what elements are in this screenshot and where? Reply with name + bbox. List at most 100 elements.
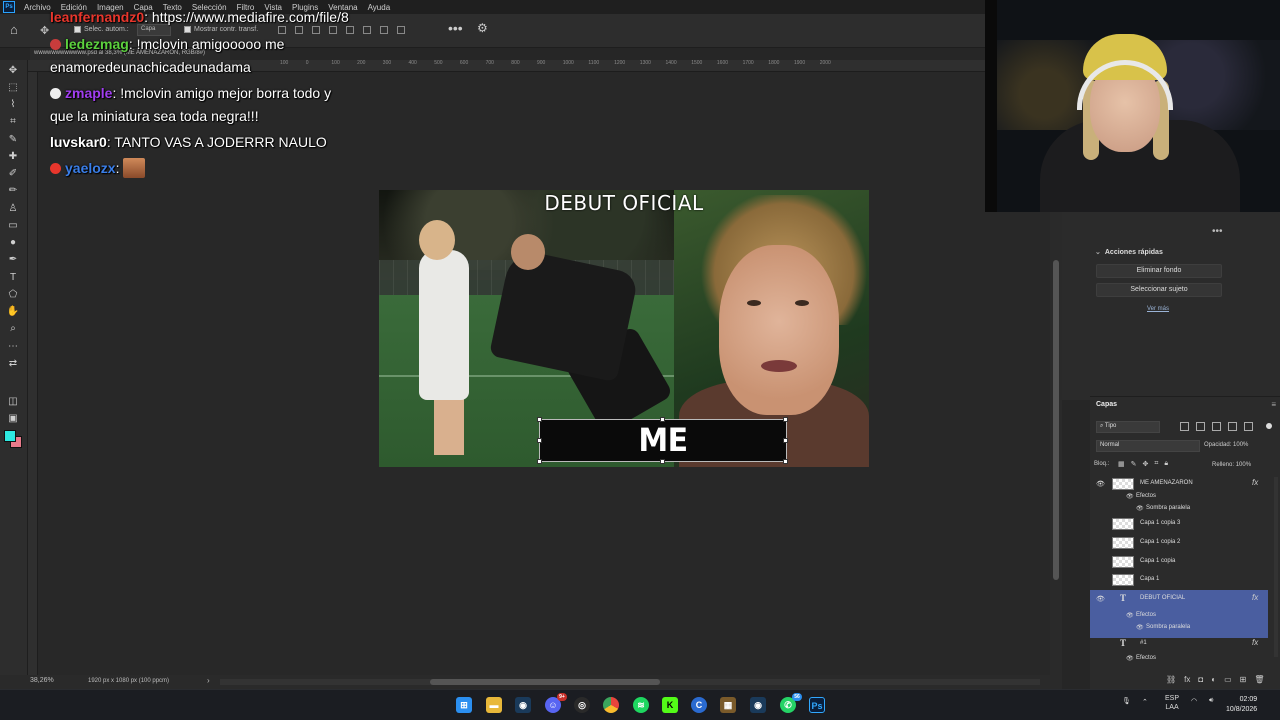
- transform-handle[interactable]: [537, 438, 542, 443]
- dodge-tool-icon[interactable]: ●: [6, 236, 20, 250]
- top-caption-text[interactable]: DEBUT OFICIAL: [379, 190, 869, 215]
- stamp-tool-icon[interactable]: ♙: [6, 202, 20, 216]
- eye-visibility-icon[interactable]: 👁︎: [1136, 505, 1144, 512]
- file-explorer-icon[interactable]: ▬: [486, 697, 502, 713]
- transform-handle[interactable]: [660, 459, 665, 464]
- more-tools-icon[interactable]: ⋯: [6, 340, 20, 354]
- hand-tool-icon[interactable]: ✋: [6, 305, 20, 319]
- screen-mode-icon[interactable]: ▣: [6, 412, 20, 426]
- layer-row-capa-1-copia-2[interactable]: Capa 1 copia 2: [1090, 534, 1268, 552]
- delete-layer-icon[interactable]: 🗑︎: [1254, 675, 1264, 684]
- horizontal-scrollbar[interactable]: [220, 679, 1040, 685]
- lock-transparency-icon[interactable]: ▦: [1118, 460, 1125, 468]
- filter-toggle[interactable]: [1266, 423, 1272, 429]
- system-clock[interactable]: 02:09 10/8/2026: [1226, 695, 1257, 715]
- eye-visibility-icon[interactable]: 👁︎: [1096, 595, 1105, 603]
- lasso-tool-icon[interactable]: ⌇: [6, 98, 20, 112]
- add-style-icon[interactable]: fx: [1184, 675, 1190, 684]
- layer-row-debut-oficial[interactable]: 👁︎ T DEBUT OFICIAL fx: [1090, 590, 1268, 608]
- new-group-icon[interactable]: ▭: [1224, 675, 1232, 684]
- layers-panel-title[interactable]: Capas: [1096, 401, 1117, 408]
- lock-artboard-icon[interactable]: ⌗: [1154, 460, 1158, 468]
- quick-mask-icon[interactable]: ◫: [6, 395, 20, 409]
- steam-icon[interactable]: ◉: [515, 697, 531, 713]
- add-mask-icon[interactable]: ◘: [1198, 675, 1203, 684]
- eye-visibility-icon[interactable]: 👁︎: [1136, 624, 1144, 631]
- zoom-level[interactable]: 38,26%: [30, 677, 54, 684]
- lock-position-icon[interactable]: ✥: [1143, 460, 1149, 468]
- obs-icon[interactable]: ◎: [574, 697, 590, 713]
- language-indicator[interactable]: ESP LAA: [1165, 694, 1179, 712]
- fx-icon[interactable]: fx: [1252, 638, 1258, 647]
- transform-handle[interactable]: [783, 459, 788, 464]
- crop-tool-icon[interactable]: ⌗: [6, 115, 20, 129]
- ccleaner-icon[interactable]: C: [691, 697, 707, 713]
- filter-smart-object-icon[interactable]: [1244, 422, 1253, 431]
- layer-row-capa-1[interactable]: Capa 1: [1090, 571, 1268, 589]
- adjustment-layer-icon[interactable]: ◐: [1211, 675, 1216, 684]
- windows-start-icon[interactable]: ⊞: [456, 697, 472, 713]
- layers-scrollbar[interactable]: [1274, 477, 1278, 657]
- filter-shape-icon[interactable]: [1228, 422, 1237, 431]
- transform-bounding-box[interactable]: [539, 419, 787, 462]
- opacity-control[interactable]: Opacidad: 100%: [1204, 442, 1248, 448]
- transform-handle[interactable]: [783, 417, 788, 422]
- photoshop-taskbar-icon[interactable]: Ps: [809, 697, 825, 713]
- healing-brush-icon[interactable]: ✚: [6, 150, 20, 164]
- discord-icon[interactable]: ☺ 9+: [545, 693, 567, 713]
- move-tool-icon[interactable]: ✥: [6, 64, 20, 78]
- quick-actions-header[interactable]: ⌄ Acciones rápidas: [1095, 248, 1163, 256]
- transform-handle[interactable]: [537, 459, 542, 464]
- chevron-right-icon[interactable]: ›: [207, 676, 210, 685]
- layer-filter-select[interactable]: ⌕ Tipo: [1096, 421, 1160, 433]
- layer-row-capa-1-copia[interactable]: Capa 1 copia: [1090, 553, 1268, 571]
- layer-row-capa-1-copia-3[interactable]: Capa 1 copia 3: [1090, 515, 1268, 533]
- volume-icon[interactable]: 🔊︎: [1209, 697, 1213, 705]
- move-tool-icon[interactable]: ✥: [40, 24, 49, 37]
- zoom-tool-icon[interactable]: ⌕: [6, 322, 20, 336]
- see-more-link[interactable]: Ver más: [1147, 306, 1169, 312]
- thumbnail-canvas-image[interactable]: DEBUT OFICIAL ME AMENAZARON: [379, 190, 869, 467]
- align-bottom-icon[interactable]: [363, 26, 371, 34]
- filter-type-icon[interactable]: [1212, 422, 1221, 431]
- new-layer-icon[interactable]: ⊞: [1240, 675, 1247, 684]
- microphone-icon[interactable]: 🎙︎: [1122, 697, 1131, 705]
- transform-handle[interactable]: [537, 417, 542, 422]
- filter-adjustment-icon[interactable]: [1196, 422, 1205, 431]
- eye-visibility-icon[interactable]: 👁︎: [1126, 493, 1134, 500]
- steam-alt-icon[interactable]: ◉: [750, 697, 766, 713]
- eye-visibility-icon[interactable]: 👁︎: [1126, 655, 1134, 662]
- filter-pixel-icon[interactable]: [1180, 422, 1189, 431]
- eye-visibility-icon[interactable]: 👁︎: [1126, 612, 1134, 619]
- fx-icon[interactable]: fx: [1252, 593, 1258, 602]
- eraser-tool-icon[interactable]: ▭: [6, 219, 20, 233]
- whatsapp-icon[interactable]: ✆ 56: [780, 693, 802, 713]
- scroll-thumb[interactable]: [1053, 260, 1059, 580]
- blend-mode-select[interactable]: Normal: [1096, 440, 1200, 452]
- distribute-icon[interactable]: [380, 26, 388, 34]
- remove-background-button[interactable]: Eliminar fondo: [1096, 264, 1222, 278]
- transform-handle[interactable]: [660, 417, 665, 422]
- transform-handle[interactable]: [783, 438, 788, 443]
- lock-pixels-icon[interactable]: ✎: [1131, 460, 1137, 468]
- kick-icon[interactable]: K: [662, 697, 678, 713]
- more-options-icon[interactable]: •••: [448, 20, 463, 36]
- minecraft-icon[interactable]: ▦: [720, 697, 736, 713]
- lock-all-icon[interactable]: 🔒︎: [1164, 460, 1168, 468]
- gear-icon[interactable]: ⚙: [477, 21, 488, 35]
- link-layers-icon[interactable]: ⛓: [1166, 675, 1176, 684]
- scroll-thumb[interactable]: [430, 679, 660, 685]
- panel-menu-icon[interactable]: •••: [1212, 226, 1223, 237]
- chrome-icon[interactable]: [603, 697, 619, 713]
- select-subject-button[interactable]: Seleccionar sujeto: [1096, 283, 1222, 297]
- path-select-icon[interactable]: ⬠: [6, 288, 20, 302]
- brush-tool-icon[interactable]: ✐: [6, 167, 20, 181]
- home-icon[interactable]: ⌂: [10, 23, 24, 37]
- hamburger-menu-icon[interactable]: ≡: [1271, 400, 1276, 409]
- pen-tool-icon[interactable]: ✒: [6, 253, 20, 267]
- foreground-color-swatch[interactable]: [4, 430, 16, 442]
- distribute-alt-icon[interactable]: [397, 26, 405, 34]
- eye-visibility-icon[interactable]: 👁︎: [1096, 480, 1105, 488]
- type-tool-icon[interactable]: T: [6, 271, 20, 285]
- brush-alt-icon[interactable]: ✏: [6, 184, 20, 198]
